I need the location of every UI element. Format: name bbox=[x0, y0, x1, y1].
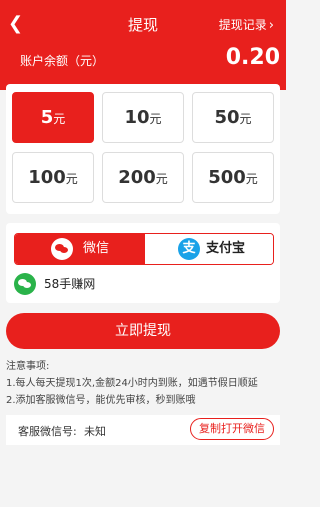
amount-option-100[interactable]: 100元 bbox=[12, 152, 94, 203]
amount-unit: 元 bbox=[155, 172, 168, 186]
notes-title: 注意事项: bbox=[6, 361, 50, 372]
notes-section: 注意事项: 1.每人每天提现1次,金额24小时内到账，如遇节假日顺延 2.添加客… bbox=[6, 358, 280, 409]
amount-option-500[interactable]: 500元 bbox=[192, 152, 274, 203]
amount-number: 10 bbox=[124, 107, 150, 128]
balance-label: 账户余额（元） bbox=[20, 54, 105, 68]
tab-wechat-label: 微信 bbox=[83, 241, 110, 256]
wechat-icon bbox=[51, 238, 73, 260]
amount-number: 500 bbox=[208, 167, 246, 188]
notes-line-2: 2.添加客服微信号，能优先审核，秒到账哦 bbox=[6, 395, 196, 406]
amount-unit: 元 bbox=[65, 172, 78, 186]
withdraw-submit-button[interactable]: 立即提现 bbox=[6, 313, 280, 349]
account-name: 58手赚网 bbox=[44, 277, 96, 291]
service-wechat-label: 客服微信号: bbox=[18, 425, 77, 438]
record-link-label: 提现记录 bbox=[218, 18, 267, 32]
amount-number: 100 bbox=[28, 167, 66, 188]
amount-option-50[interactable]: 50元 bbox=[192, 92, 274, 143]
notes-line-1: 1.每人每天提现1次,金额24小时内到账，如遇节假日顺延 bbox=[6, 378, 258, 389]
amount-number: 200 bbox=[118, 167, 156, 188]
amount-option-10[interactable]: 10元 bbox=[102, 92, 184, 143]
amount-unit: 元 bbox=[149, 112, 162, 126]
wechat-icon bbox=[14, 273, 36, 295]
amount-unit: 元 bbox=[239, 112, 252, 126]
withdraw-record-link[interactable]: 提现记录 › bbox=[219, 16, 274, 33]
amount-option-200[interactable]: 200元 bbox=[102, 152, 184, 203]
header-bar: ❮ 提现 提现记录 › 账户余额（元） 0.20 bbox=[0, 0, 286, 90]
amount-unit: 元 bbox=[53, 112, 66, 126]
amount-option-5[interactable]: 5元 bbox=[12, 92, 94, 143]
copy-open-wechat-button[interactable]: 复制打开微信 bbox=[190, 418, 274, 440]
tab-alipay[interactable]: 支 支付宝 bbox=[145, 234, 273, 264]
payment-method-card: 微信 支 支付宝 58手赚网 bbox=[6, 223, 280, 303]
service-wechat-row: 客服微信号: 未知 复制打开微信 bbox=[6, 415, 280, 445]
tab-alipay-label: 支付宝 bbox=[206, 241, 246, 256]
payment-method-tabs: 微信 支 支付宝 bbox=[14, 233, 274, 265]
balance-value: 0.20 bbox=[225, 45, 280, 70]
tab-wechat-pay[interactable]: 微信 bbox=[15, 234, 145, 264]
amount-number: 50 bbox=[214, 107, 240, 128]
service-wechat-value: 未知 bbox=[84, 425, 106, 438]
amount-unit: 元 bbox=[245, 172, 258, 186]
amount-number: 5 bbox=[40, 107, 54, 128]
alipay-icon: 支 bbox=[178, 238, 200, 260]
amount-options-card: 5元 10元 50元 100元 200元 500元 bbox=[6, 84, 280, 214]
chevron-right-icon: › bbox=[268, 18, 274, 33]
